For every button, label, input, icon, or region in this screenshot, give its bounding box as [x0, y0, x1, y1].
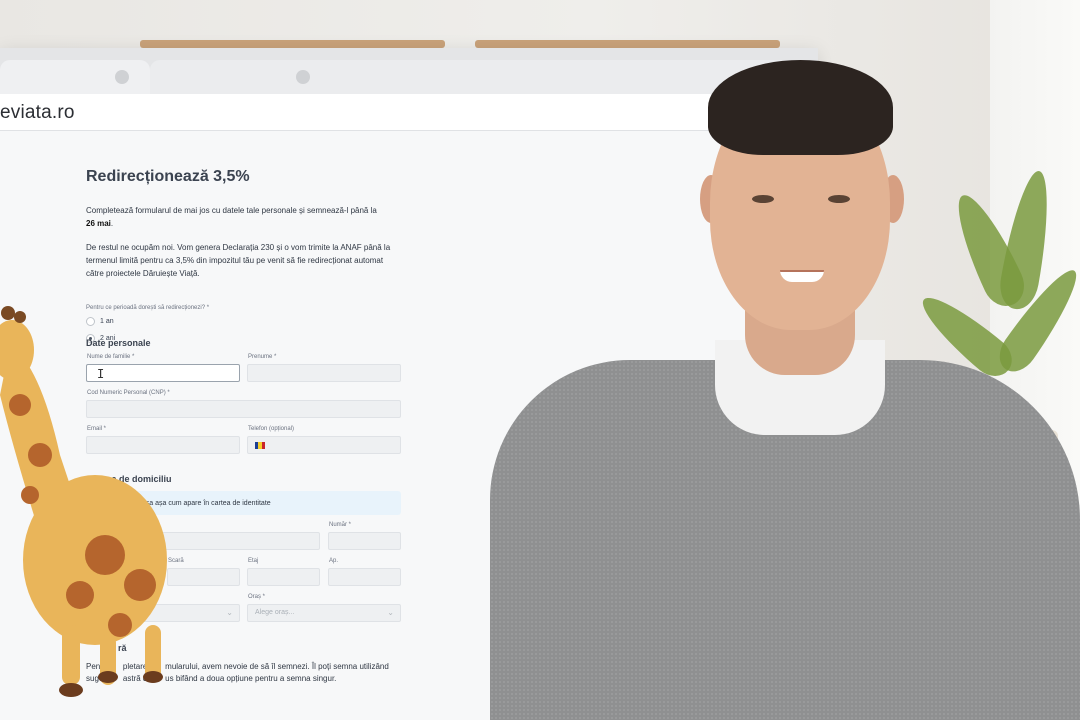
background-shelf: [475, 40, 780, 48]
url-text: eviata.ro: [0, 102, 75, 123]
first-name-input[interactable]: [247, 364, 401, 382]
tab-close-icon[interactable]: [115, 70, 129, 84]
presenter-eye: [828, 195, 850, 203]
deadline-date: 26 mai: [86, 219, 111, 228]
floor-input[interactable]: [247, 568, 320, 586]
apartment-label: Ap.: [329, 558, 339, 564]
first-name-label: Prenume *: [248, 354, 277, 360]
details-paragraph: De restul ne ocupăm noi. Vom genera Decl…: [86, 243, 391, 278]
intro-paragraph: Completează formularul de mai jos cu dat…: [86, 206, 377, 228]
romania-flag-icon[interactable]: [255, 442, 265, 449]
giraffe-mascot: [0, 306, 167, 697]
number-label: Număr *: [329, 522, 352, 528]
chevron-down-icon: ⌄: [226, 608, 233, 617]
presenter-mouth: [780, 270, 824, 282]
tab-close-icon[interactable]: [296, 70, 310, 84]
city-placeholder: Alege oraș...: [255, 609, 295, 616]
city-label: Oraș *: [248, 594, 266, 600]
presenter-eye: [752, 195, 774, 203]
staircase-input[interactable]: [167, 568, 240, 586]
phone-input[interactable]: [247, 436, 401, 454]
presenter-hair: [708, 60, 893, 155]
background-shelf: [140, 40, 445, 48]
presenter-person: [490, 55, 1080, 720]
apartment-input[interactable]: [328, 568, 401, 586]
floor-label: Etaj: [248, 558, 259, 564]
chevron-down-icon: ⌄: [387, 608, 394, 617]
phone-label: Telefon (opțional): [248, 426, 295, 432]
number-input[interactable]: [328, 532, 401, 550]
page-title: Redirecționează 3,5%: [86, 168, 250, 185]
city-select[interactable]: Alege oraș... ⌄: [247, 604, 401, 622]
